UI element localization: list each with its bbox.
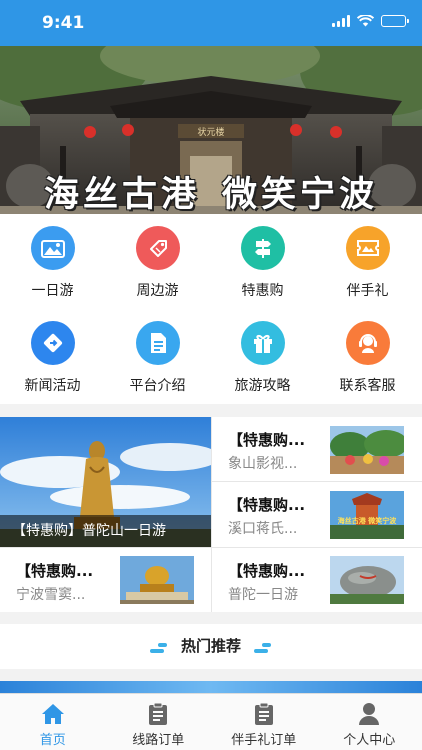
battery-icon bbox=[381, 15, 409, 27]
landscape-icon bbox=[30, 226, 75, 270]
putuo-rock-image bbox=[330, 556, 404, 604]
promo-item-xiangshan[interactable]: 【特惠购... 象山影视... bbox=[212, 417, 422, 481]
promo-item-subtitle: 宁波雪窦... bbox=[16, 587, 86, 603]
menu-label: 旅游攻略 bbox=[234, 378, 291, 394]
decor-dash-left-icon bbox=[150, 643, 167, 653]
status-icons bbox=[332, 15, 409, 27]
xuedou-image bbox=[120, 556, 194, 604]
clipboard-icon bbox=[254, 702, 273, 725]
tab-label: 线路订单 bbox=[132, 733, 185, 748]
menu-item-nearby-tour[interactable]: 周边游 bbox=[105, 226, 210, 300]
tab-personal-center[interactable]: 个人中心 bbox=[317, 694, 422, 750]
hot-recommend-header: 热门推荐 bbox=[0, 624, 422, 669]
menu-label: 联系客服 bbox=[339, 378, 396, 394]
promo-featured-caption: 【特惠购】普陀山一日游 bbox=[0, 515, 211, 547]
person-icon bbox=[359, 703, 380, 725]
promo-item-title: 【特惠购... bbox=[16, 562, 94, 580]
document-icon bbox=[135, 321, 180, 365]
menu-label: 新闻活动 bbox=[24, 378, 81, 394]
gift-icon bbox=[240, 321, 285, 365]
banner-title-right: 微笑宁波 bbox=[222, 174, 379, 214]
menu-item-customer-service[interactable]: 联系客服 bbox=[315, 321, 420, 395]
menu-label: 特惠购 bbox=[241, 283, 284, 299]
menu-label: 平台介绍 bbox=[129, 378, 186, 394]
tab-label: 伴手礼订单 bbox=[231, 733, 297, 748]
diamond-arrow-icon bbox=[30, 321, 75, 365]
promo-item-xuedou[interactable]: 【特惠购... 宁波雪窦... bbox=[0, 548, 211, 612]
menu-item-platform-intro[interactable]: 平台介绍 bbox=[105, 321, 210, 395]
menu-item-news[interactable]: 新闻活动 bbox=[0, 321, 105, 395]
menu-item-travel-guide[interactable]: 旅游攻略 bbox=[210, 321, 315, 395]
promo-featured-putuo[interactable]: 【特惠购】普陀山一日游 bbox=[0, 417, 211, 547]
promo-item-subtitle: 普陀一日游 bbox=[228, 587, 298, 603]
promo-item-title: 【特惠购... bbox=[228, 431, 306, 449]
xiangshan-image bbox=[330, 426, 404, 474]
tab-route-orders[interactable]: 线路订单 bbox=[106, 694, 212, 750]
promo-item-putuo-day[interactable]: 【特惠购... 普陀一日游 bbox=[212, 548, 422, 612]
recommend-banner-strip[interactable] bbox=[0, 681, 422, 693]
tab-bar: 首页 线路订单 伴手礼订单 个人中心 bbox=[0, 693, 422, 750]
banner-title-left: 海丝古港 bbox=[43, 174, 200, 214]
home-icon bbox=[41, 704, 64, 724]
menu-item-special-offer[interactable]: 特惠购 bbox=[210, 226, 315, 300]
menu-label: 一日游 bbox=[31, 283, 74, 299]
promo-grid: 【特惠购】普陀山一日游 【特惠购... 象山影视... 【特惠购... 溪口蒋氏… bbox=[0, 417, 422, 612]
signal-icon bbox=[332, 15, 350, 27]
hot-recommend-title: 热门推荐 bbox=[180, 637, 241, 655]
tab-souvenir-orders[interactable]: 伴手礼订单 bbox=[211, 694, 317, 750]
xikou-image: 海丝古港 微笑宁波 bbox=[330, 491, 404, 539]
clipboard-icon bbox=[149, 702, 168, 725]
promo-item-title: 【特惠购... bbox=[228, 496, 306, 514]
tab-label: 首页 bbox=[39, 733, 66, 748]
tab-label: 个人中心 bbox=[343, 733, 396, 748]
headset-icon bbox=[345, 321, 390, 365]
decor-dash-right-icon bbox=[254, 643, 271, 653]
menu-item-day-tour[interactable]: 一日游 bbox=[0, 226, 105, 300]
gate-plaque: 状元楼 bbox=[197, 126, 224, 138]
menu-grid: 一日游 周边游 特惠购 伴手礼 新闻活动 平台介绍 旅游攻略 联系客服 bbox=[0, 214, 422, 404]
status-bar: 9:41 bbox=[0, 0, 422, 46]
wifi-icon bbox=[357, 15, 374, 27]
hero-banner[interactable]: 状元楼 海丝古港 微笑宁波 bbox=[0, 46, 422, 214]
promo-item-subtitle: 象山影视... bbox=[228, 456, 298, 472]
ticket-tag-icon bbox=[135, 226, 180, 270]
status-time: 9:41 bbox=[42, 13, 85, 33]
signpost-icon bbox=[240, 226, 285, 270]
menu-item-souvenir[interactable]: 伴手礼 bbox=[315, 226, 420, 300]
promo-item-xikou[interactable]: 【特惠购... 溪口蒋氏... 海丝古港 微笑宁波 bbox=[212, 482, 422, 547]
menu-label: 周边游 bbox=[136, 283, 179, 299]
promo-item-title: 【特惠购... bbox=[228, 562, 306, 580]
ticket-icon bbox=[345, 226, 390, 270]
promo-item-subtitle: 溪口蒋氏... bbox=[228, 521, 298, 537]
svg-text:海丝古港 微笑宁波: 海丝古港 微笑宁波 bbox=[338, 516, 397, 525]
tab-home[interactable]: 首页 bbox=[0, 694, 106, 750]
menu-label: 伴手礼 bbox=[346, 283, 389, 299]
banner-title: 海丝古港 微笑宁波 bbox=[0, 166, 422, 214]
